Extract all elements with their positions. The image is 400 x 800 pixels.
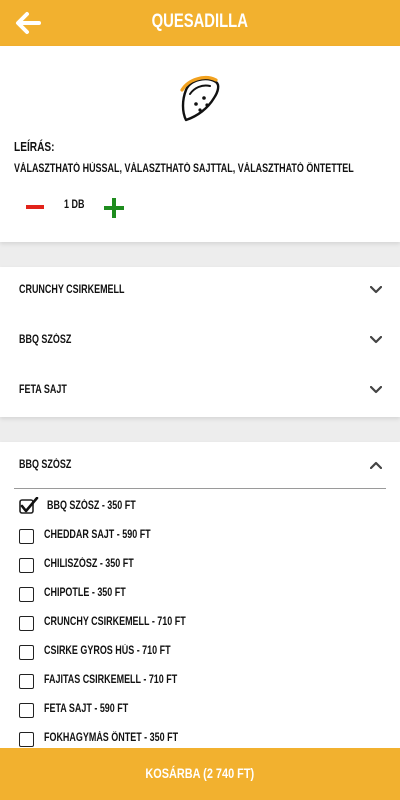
quantity-value: 1 DB <box>64 199 85 211</box>
divider <box>14 488 386 489</box>
option-item[interactable]: BBQ SZÓSZ - 350 FT <box>19 497 379 518</box>
chevron-down-icon <box>370 336 382 344</box>
option-label: BBQ SZÓSZ - 350 FT <box>47 500 136 512</box>
checkbox[interactable] <box>19 616 34 631</box>
option-item[interactable]: CRUNCHY CSIRKEMELL - 710 FT <box>19 614 379 634</box>
checkbox-checked-icon[interactable] <box>19 497 39 515</box>
option-label: CHEDDAR SAJT - 590 FT <box>44 529 151 541</box>
checkbox[interactable] <box>19 645 34 660</box>
accordion-label: BBQ SZÓSZ <box>19 334 72 346</box>
option-item[interactable]: FETA SAJT - 590 FT <box>19 701 379 721</box>
accordion-label: FETA SAJT <box>19 384 67 396</box>
option-label: FOKHAGYMÁS ÖNTET - 350 FT <box>44 732 179 744</box>
product-card: LEÍRÁS: VÁLASZTHATÓ HÚSSAL, VÁLASZTHATÓ … <box>0 46 400 242</box>
add-to-cart-button[interactable]: KOSÁRBA (2 740 FT) <box>0 748 400 800</box>
accordion-label: BBQ SZÓSZ <box>19 459 72 471</box>
checkbox[interactable] <box>19 674 34 689</box>
option-item[interactable]: CHEDDAR SAJT - 590 FT <box>19 527 379 547</box>
minus-icon[interactable] <box>26 205 44 209</box>
taco-icon <box>180 76 220 122</box>
option-label: FETA SAJT - 590 FT <box>44 703 129 715</box>
option-item[interactable]: CHIPOTLE - 350 FT <box>19 585 379 605</box>
option-label: CSIRKE GYROS HÚS - 710 FT <box>44 645 171 657</box>
description-label: LEÍRÁS: <box>14 139 55 154</box>
description-text: VÁLASZTHATÓ HÚSSAL, VÁLASZTHATÓ SAJTTAL,… <box>14 163 354 175</box>
accordion-bbq-szosz-expanded[interactable]: BBQ SZÓSZ <box>0 442 400 488</box>
checkbox[interactable] <box>19 529 34 544</box>
option-label: CHIPOTLE - 350 FT <box>44 587 126 599</box>
add-to-cart-label: KOSÁRBA (2 740 FT) <box>145 765 255 781</box>
checkbox[interactable] <box>19 558 34 573</box>
increase-quantity-button[interactable] <box>104 198 124 218</box>
option-item[interactable]: CHILISZÓSZ - 350 FT <box>19 556 379 576</box>
checkbox[interactable] <box>19 587 34 602</box>
option-item[interactable]: FOKHAGYMÁS ÖNTET - 350 FT <box>19 730 379 750</box>
option-item[interactable]: CSIRKE GYROS HÚS - 710 FT <box>19 643 379 663</box>
option-label: CHILISZÓSZ - 350 FT <box>44 558 134 570</box>
accordion-crunchy-csirkemell[interactable]: CRUNCHY CSIRKEMELL <box>0 267 400 317</box>
chevron-up-icon <box>370 461 382 469</box>
accordion-feta-sajt[interactable]: FETA SAJT <box>0 367 400 417</box>
chevron-down-icon <box>370 286 382 294</box>
checkbox[interactable] <box>19 732 34 747</box>
options-accordion: CRUNCHY CSIRKEMELL BBQ SZÓSZ FETA SAJT <box>0 267 400 417</box>
option-label: CRUNCHY CSIRKEMELL - 710 FT <box>44 616 186 628</box>
top-bar: QUESADILLA <box>0 0 400 46</box>
page-title: QUESADILLA <box>151 11 249 32</box>
accordion-label: CRUNCHY CSIRKEMELL <box>19 284 125 296</box>
checkbox[interactable] <box>19 703 34 718</box>
expanded-options-section: BBQ SZÓSZ BBQ SZÓSZ - 350 FT CHEDDAR SAJ… <box>0 442 400 762</box>
option-label: FAJITAS CSIRKEMELL - 710 FT <box>44 674 178 686</box>
option-item[interactable]: FAJITAS CSIRKEMELL - 710 FT <box>19 672 379 692</box>
accordion-bbq-szosz[interactable]: BBQ SZÓSZ <box>0 317 400 367</box>
chevron-down-icon <box>370 386 382 394</box>
